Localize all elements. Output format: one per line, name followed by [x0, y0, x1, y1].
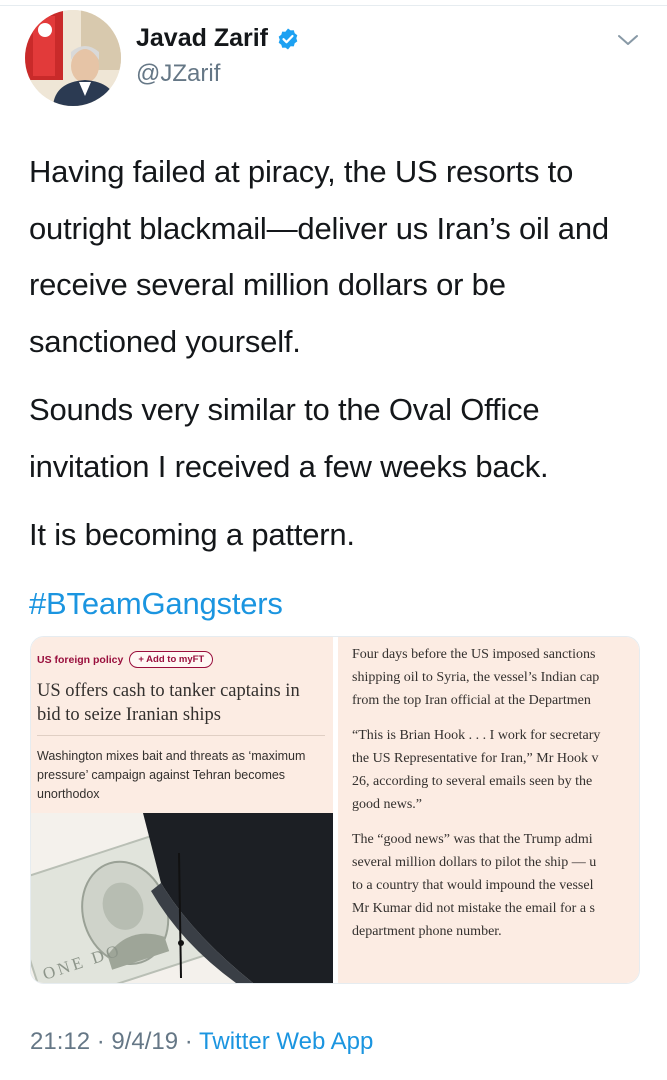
separator: · — [90, 1028, 112, 1055]
tweet-paragraph: Sounds very similar to the Oval Office i… — [29, 392, 549, 484]
body-line: “This is Brian Hook . . . I work for sec… — [352, 728, 601, 743]
tweet-paragraph: It is becoming a pattern. — [29, 517, 355, 552]
tweet-paragraph: Having failed at piracy, the US resorts … — [29, 154, 609, 359]
chevron-down-icon[interactable] — [617, 32, 639, 48]
article-screenshot-left[interactable]: US foreign policy + Add to myFT US offer… — [31, 637, 333, 983]
article-body-text: Four days before the US imposed sanction… — [352, 643, 639, 955]
body-line: the US Representative for Iran,” Mr Hook… — [352, 751, 599, 766]
avatar[interactable] — [25, 10, 121, 106]
body-paragraph: “This is Brian Hook . . . I work for sec… — [352, 724, 639, 816]
body-paragraph: Four days before the US imposed sanction… — [352, 643, 639, 712]
body-line: 26, according to several emails seen by … — [352, 774, 593, 789]
body-line: shipping oil to Syria, the vessel’s Indi… — [352, 670, 600, 685]
image-attachment[interactable]: US foreign policy + Add to myFT US offer… — [30, 636, 640, 984]
tweet-date[interactable]: 9/4/19 — [111, 1028, 178, 1055]
tweet-timestamp: 21:12 · 9/4/19 · Twitter Web App — [30, 1028, 373, 1056]
source-app-link[interactable]: Twitter Web App — [199, 1028, 373, 1055]
body-line: to a country that would impound the vess… — [352, 878, 594, 893]
divider — [37, 735, 325, 736]
tweet-text: Having failed at piracy, the US resorts … — [29, 144, 649, 632]
ft-section-row: US foreign policy + Add to myFT — [37, 651, 214, 668]
verified-badge-icon — [278, 28, 298, 49]
separator: · — [178, 1028, 200, 1055]
tweet-time[interactable]: 21:12 — [30, 1028, 90, 1055]
author-name[interactable]: Javad Zarif — [136, 24, 268, 53]
body-line: good news.” — [352, 797, 422, 812]
hashtag-link[interactable]: #BTeamGangsters — [29, 576, 649, 633]
body-line: department phone number. — [352, 924, 502, 939]
body-paragraph: The “good news” was that the Trump admi … — [352, 828, 639, 943]
author-handle[interactable]: @JZarif — [136, 60, 220, 88]
article-standfirst: Washington mixes bait and threats as ‘ma… — [37, 749, 306, 801]
body-line: Mr Kumar did not mistake the email for a… — [352, 901, 595, 916]
dollar-tanker-illustration: ONE DO — [31, 813, 333, 983]
article-headline: US offers cash to tanker captains in bid… — [37, 681, 300, 725]
body-line: Four days before the US imposed sanction… — [352, 647, 596, 662]
body-line: The “good news” was that the Trump admi — [352, 832, 593, 847]
section-label: US foreign policy — [37, 653, 124, 666]
body-line: several million dollars to pilot the shi… — [352, 855, 597, 870]
body-line: from the top Iran official at the Depart… — [352, 693, 591, 708]
add-to-myft-button: + Add to myFT — [129, 651, 214, 668]
article-screenshot-right[interactable]: Four days before the US imposed sanction… — [338, 637, 639, 983]
avatar-photo — [25, 10, 121, 106]
top-divider — [0, 5, 667, 6]
author-name-row: Javad Zarif — [136, 24, 300, 53]
